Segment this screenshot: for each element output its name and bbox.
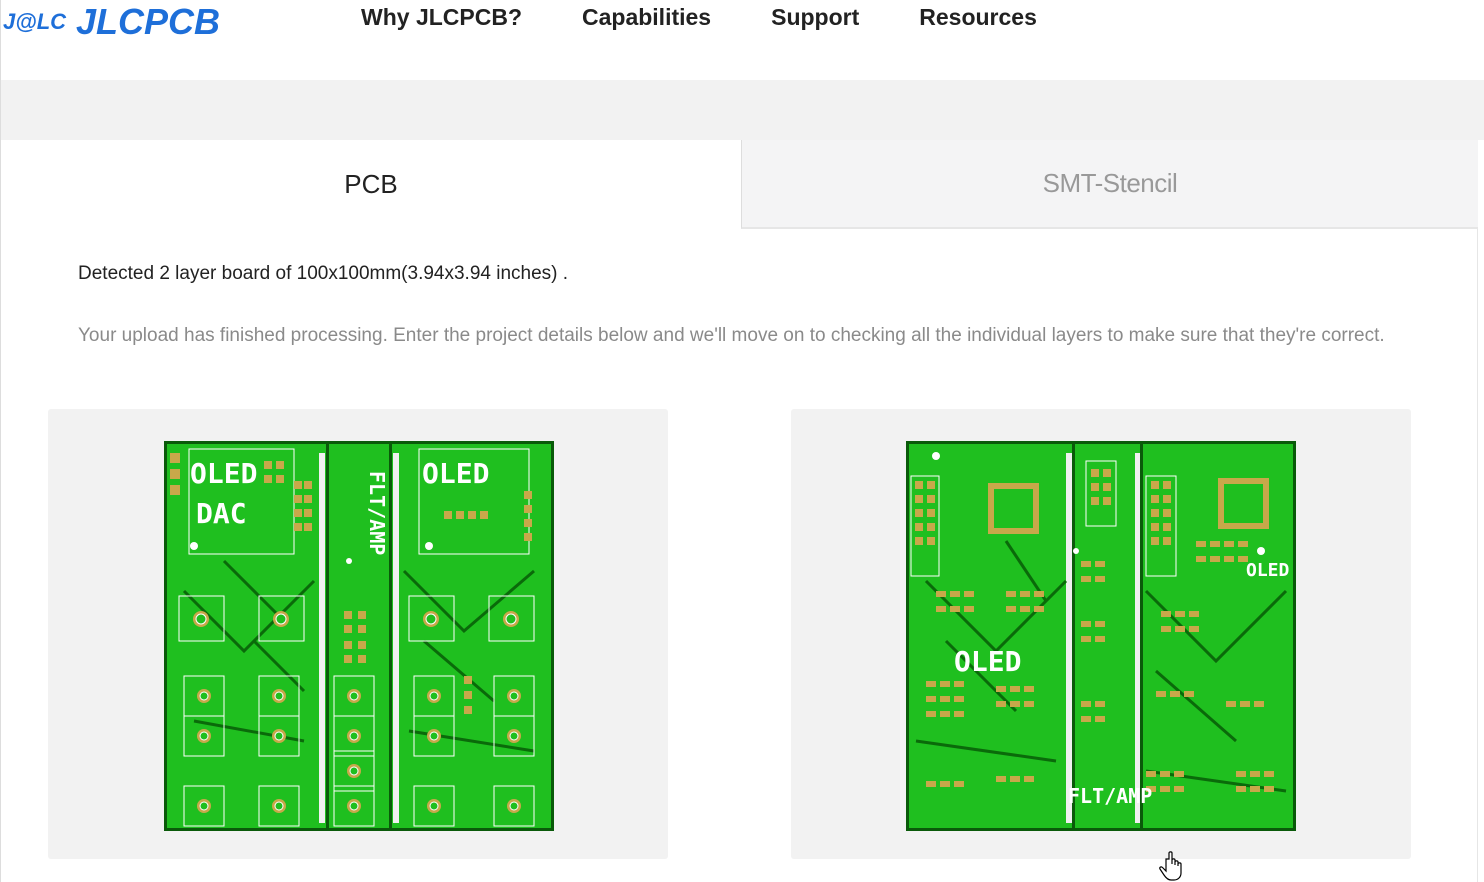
upload-result-panel: Detected 2 layer board of 100x100mm(3.94… [0,229,1478,882]
pcb-label-oled-bottom-left: OLED [954,645,1021,678]
header-band [0,80,1484,140]
site-header: J@LC JLCPCB Why JLCPCB? Capabilities Sup… [0,0,1484,80]
logo-badge: J@LC [3,9,67,34]
pcb-label-flt-amp-bottom: FLT/AMP [1068,784,1152,808]
pcb-top-layer-image: OLED DAC OLED FLT/AMP [164,441,554,831]
pcb-bottom-preview-card: OLED OLED FLT/AMP [791,409,1411,859]
detected-board-info: Detected 2 layer board of 100x100mm(3.94… [78,263,569,284]
nav-resources[interactable]: Resources [919,4,1037,31]
nav-capabilities[interactable]: Capabilities [582,4,711,31]
pcb-label-oled-bottom-right: OLED [1246,560,1290,581]
pcb-top-preview-card: OLED DAC OLED FLT/AMP [48,409,668,859]
pcb-label-dac: DAC [196,497,247,530]
tab-pcb[interactable]: PCB [0,140,741,229]
logo-text: JLCPCB [76,1,221,42]
pcb-label-flt-amp: FLT/AMP [365,471,389,555]
nav-support[interactable]: Support [771,4,859,31]
hand-cursor-icon [1159,851,1182,881]
jlcpcb-logo[interactable]: J@LC JLCPCB [3,0,220,44]
upload-description: Your upload has finished processing. Ent… [78,325,1385,346]
main-nav: Why JLCPCB? Capabilities Support Resourc… [361,4,1097,31]
nav-why-jlcpcb[interactable]: Why JLCPCB? [361,4,522,31]
upload-tabs: PCB SMT-Stencil [0,140,1478,229]
pcb-label-oled-1: OLED [190,457,257,490]
tab-smt-stencil[interactable]: SMT-Stencil [741,140,1478,229]
pcb-bottom-layer-image: OLED OLED FLT/AMP [906,441,1296,831]
pcb-label-oled-2: OLED [422,457,489,490]
